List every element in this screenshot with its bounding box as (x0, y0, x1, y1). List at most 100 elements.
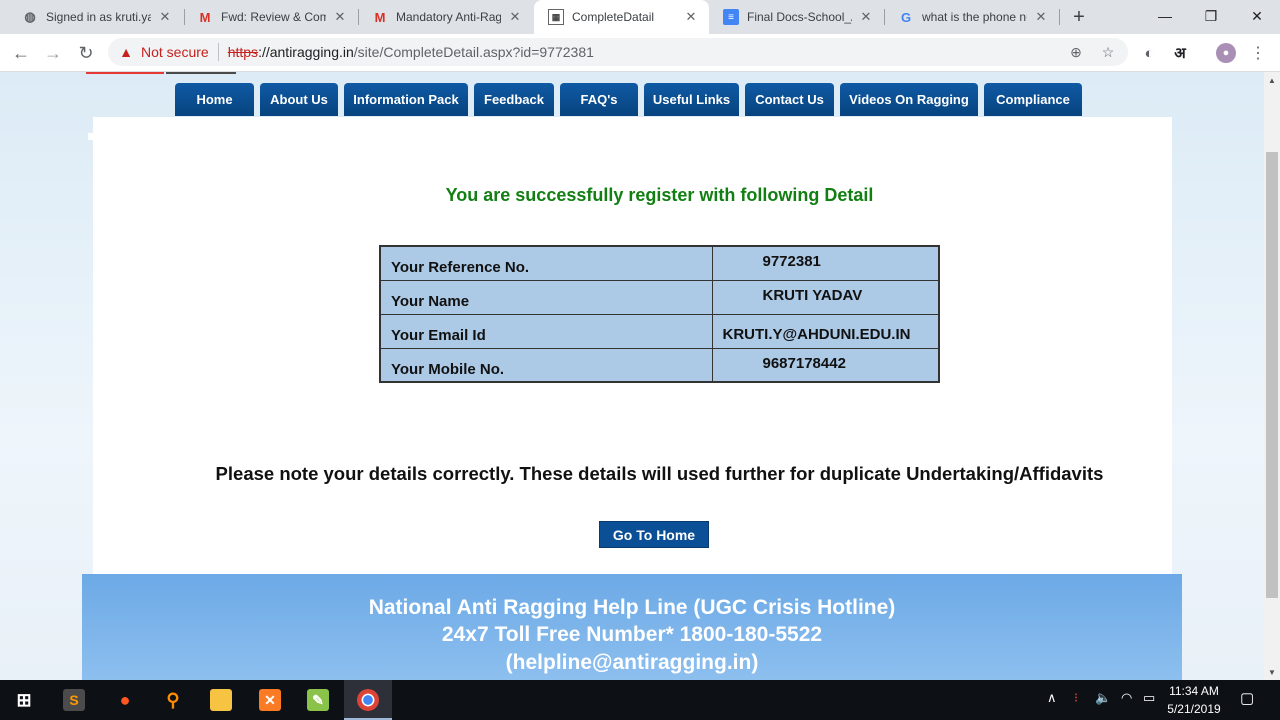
nav-useful-links[interactable]: Useful Links (644, 83, 739, 116)
reload-icon[interactable]: ↻ (72, 39, 100, 67)
search-icon: ⚲ (166, 689, 180, 710)
nav-videos-on-ragging[interactable]: Videos On Ragging (840, 83, 978, 116)
restore-icon[interactable]: ❐ (1188, 0, 1234, 32)
taskbar-file-explorer[interactable] (197, 680, 245, 720)
bookmark-star-icon[interactable]: ☆ (1098, 42, 1118, 62)
windows-taskbar: ⊞ S ● ⚲ ✕ ✎ ∧ ⁝ 🔈 ◠ ▭ 11:34 AM 5/21/2019… (0, 680, 1280, 720)
taskbar-sublime[interactable]: S (50, 680, 98, 720)
browser-toolbar: ← → ↻ ▲ Not secure https ://antiragging.… (0, 34, 1280, 72)
helpline-title: National Anti Ragging Help Line (UGC Cri… (368, 596, 896, 619)
helpline-footer: National Anti Ragging Help Line (UGC Cri… (82, 574, 1182, 680)
clock-date[interactable]: 5/21/2019 (1162, 702, 1226, 716)
scrollbar[interactable]: ▲ ▼ (1264, 72, 1280, 680)
nav-faqs[interactable]: FAQ's (560, 83, 638, 116)
url-host: ://antiragging.in (258, 44, 354, 60)
close-icon[interactable]: ✕ (157, 9, 173, 25)
nav-home[interactable]: Home (175, 83, 254, 116)
tab-title: Fwd: Review & Comn (221, 10, 326, 24)
volume-icon[interactable]: 🔈 (1095, 690, 1111, 706)
nav-information-pack[interactable]: Information Pack (344, 83, 468, 116)
zoom-icon[interactable]: ⊕ (1066, 42, 1086, 62)
notepad-icon: ✎ (307, 689, 329, 711)
fruit-icon: ● (119, 689, 131, 710)
main-nav: Home About Us Information Pack Feedback … (175, 83, 1088, 116)
tab-strip: ◍ Signed in as kruti.ya ✕ M Fwd: Review … (0, 0, 1280, 34)
mobile-label: Your Mobile No. (379, 347, 713, 383)
battery-icon[interactable]: ▭ (1143, 690, 1155, 706)
note-text: Please note your details correctly. Thes… (215, 463, 1104, 484)
google-docs-icon: ≡ (723, 9, 739, 25)
notifications-icon[interactable]: ▢ (1240, 689, 1254, 707)
table-row: Your Reference No. 9772381 (379, 245, 940, 281)
registration-details-table: Your Reference No. 9772381 Your Name KRU… (379, 245, 940, 383)
table-row: Your Mobile No. 9687178442 (379, 347, 940, 383)
show-hidden-icons-icon[interactable]: ∧ (1047, 690, 1057, 706)
tab-title: Final Docs-School_A (747, 10, 852, 24)
new-tab-icon[interactable]: + (1069, 5, 1089, 29)
scroll-thumb[interactable] (1266, 152, 1278, 598)
go-to-home-button[interactable]: Go To Home (599, 521, 709, 548)
minimize-icon[interactable]: — (1142, 0, 1188, 32)
close-icon[interactable]: ✕ (332, 9, 348, 25)
shield-icon: ◍ (24, 9, 36, 24)
xampp-icon: ✕ (259, 689, 281, 711)
tab-fwd-review[interactable]: M Fwd: Review & Comn ✕ (183, 0, 358, 34)
close-icon[interactable]: ✕ (507, 9, 523, 25)
taskbar-notepad[interactable]: ✎ (294, 680, 342, 720)
close-window-icon[interactable]: ✕ (1234, 0, 1280, 32)
close-icon[interactable]: ✕ (683, 9, 699, 25)
tab-title: Signed in as kruti.ya (46, 10, 151, 24)
tab-title: Mandatory Anti-Rag (396, 10, 501, 24)
translate-extension-icon[interactable]: अ (1170, 43, 1190, 63)
tab-mandatory-anti-ragging[interactable]: M Mandatory Anti-Rag ✕ (358, 0, 533, 34)
mobile-value: 9687178442 (711, 347, 940, 383)
taskbar-xampp[interactable]: ✕ (246, 680, 294, 720)
taskbar-search[interactable]: ⚲ (149, 680, 197, 720)
table-row: Your Name KRUTI YADAV (379, 279, 940, 315)
back-icon[interactable]: ← (7, 39, 35, 67)
main-content: You are successfully register with follo… (93, 117, 1172, 577)
wifi-icon[interactable]: ◠ (1121, 690, 1132, 706)
close-icon[interactable]: ✕ (858, 9, 874, 25)
scroll-down-arrow-icon[interactable]: ▼ (1264, 664, 1280, 680)
warning-icon[interactable]: ▲ (119, 44, 133, 60)
helpline-email: (helpline@antiragging.in) (505, 651, 759, 674)
sublime-text-icon: S (63, 689, 85, 711)
forward-icon[interactable]: → (39, 39, 67, 67)
tab-complete-detail[interactable]: ▦ CompleteDatail ✕ (534, 0, 709, 34)
taskbar-chrome[interactable] (344, 680, 392, 720)
reference-no-value: 9772381 (711, 245, 940, 281)
site-logo-icon: ▦ (548, 9, 564, 25)
windows-logo-icon: ⊞ (16, 689, 32, 710)
nav-contact-us[interactable]: Contact Us (745, 83, 834, 116)
extension-icon[interactable]: ◐ (1139, 43, 1159, 63)
start-button[interactable]: ⊞ (0, 680, 48, 720)
success-message: You are successfully register with follo… (445, 185, 874, 205)
not-secure-label[interactable]: Not secure (141, 44, 209, 60)
avatar[interactable]: ● (1216, 43, 1236, 63)
table-row: Your Email Id KRUTI.Y@AHDUNI.EDU.IN (379, 313, 940, 349)
google-icon: G (900, 9, 912, 25)
email-label: Your Email Id (379, 313, 713, 349)
tray-app-icon[interactable]: ⁝ (1074, 690, 1078, 706)
divider (217, 43, 219, 61)
tab-final-docs[interactable]: ≡ Final Docs-School_A ✕ (709, 0, 884, 34)
tab-google-search[interactable]: G what is the phone nu ✕ (884, 0, 1059, 34)
close-icon[interactable]: ✕ (1033, 9, 1049, 25)
nav-compliance[interactable]: Compliance (984, 83, 1082, 116)
clock-time[interactable]: 11:34 AM (1162, 684, 1226, 698)
nav-about-us[interactable]: About Us (260, 83, 338, 116)
page-viewport: Home About Us Information Pack Feedback … (0, 72, 1264, 680)
name-label: Your Name (379, 279, 713, 315)
nav-feedback[interactable]: Feedback (474, 83, 554, 116)
name-value: KRUTI YADAV (711, 279, 940, 315)
gmail-icon: M (374, 9, 386, 25)
menu-kebab-icon[interactable]: ⋮ (1248, 43, 1268, 63)
folder-icon (210, 689, 232, 711)
address-bar[interactable]: ▲ Not secure https ://antiragging.in /si… (108, 38, 1128, 66)
tab-title: CompleteDatail (572, 10, 655, 24)
scroll-up-arrow-icon[interactable]: ▲ (1264, 72, 1280, 88)
taskbar-fruit-app[interactable]: ● (101, 680, 149, 720)
tab-signed-in[interactable]: ◍ Signed in as kruti.ya ✕ (8, 0, 183, 34)
reference-no-label: Your Reference No. (379, 245, 713, 281)
